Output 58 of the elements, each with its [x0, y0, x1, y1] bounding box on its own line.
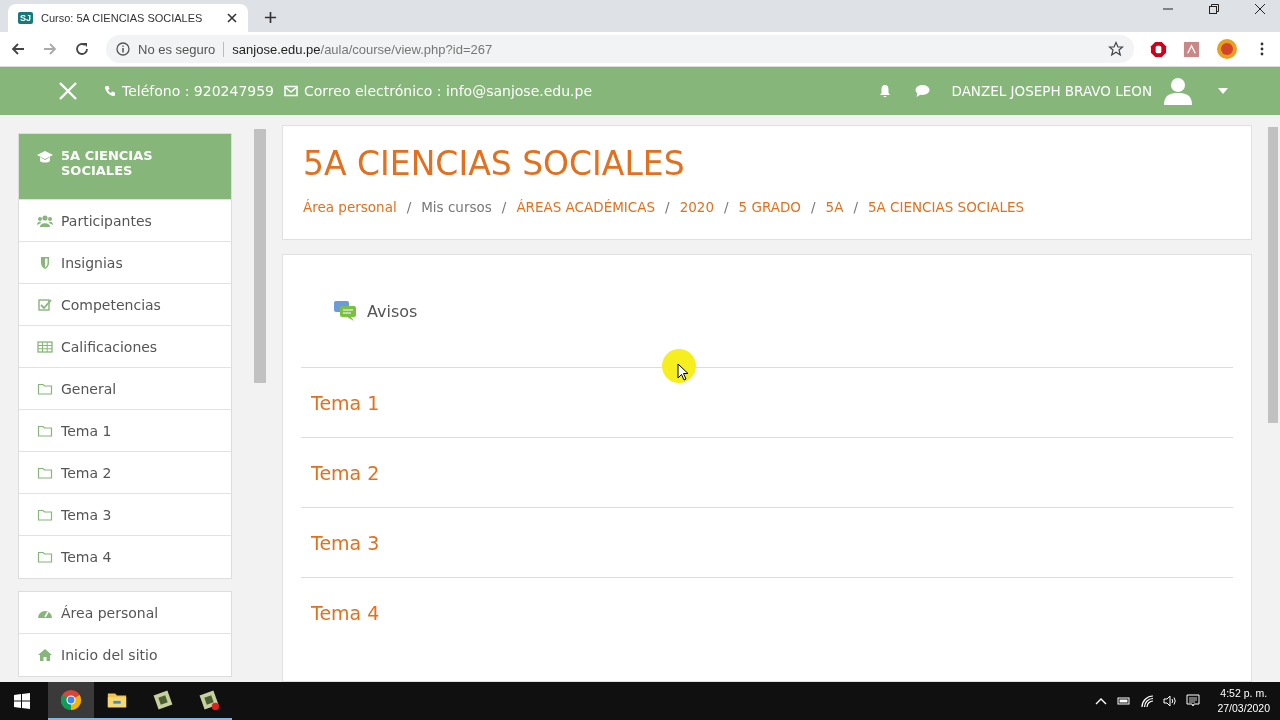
- phone-text: Teléfono : 920247959: [122, 83, 274, 99]
- forum-link[interactable]: Avisos: [367, 301, 418, 321]
- sidebar-item[interactable]: Tema 1: [19, 410, 231, 452]
- security-label: No es seguro: [138, 41, 225, 57]
- forum-icon[interactable]: [333, 300, 357, 322]
- breadcrumb-text: Mis cursos: [421, 199, 492, 215]
- folder-icon: [37, 465, 53, 480]
- email-text: Correo electrónico : info@sanjose.edu.pe: [304, 83, 593, 99]
- breadcrumb-separator: /: [501, 199, 507, 215]
- speaker-icon[interactable]: [1163, 694, 1178, 708]
- graduation-cap-icon: [37, 150, 53, 164]
- profile-avatar-icon[interactable]: [1216, 38, 1238, 60]
- sidebar-item[interactable]: Competencias: [19, 284, 231, 326]
- breadcrumb-separator: /: [853, 199, 858, 215]
- sidebar-item[interactable]: Tema 2: [19, 452, 231, 494]
- users-icon: [37, 213, 53, 228]
- bookmark-star-icon[interactable]: [1108, 41, 1124, 57]
- notification-icon[interactable]: [1186, 694, 1201, 708]
- sidebar-item[interactable]: Participantes: [19, 200, 231, 242]
- breadcrumb-separator: /: [665, 199, 670, 215]
- browser-taskbar-icon[interactable]: [48, 682, 94, 720]
- site-favicon: SJ: [18, 12, 33, 24]
- sidebar-item[interactable]: Inicio del sitio: [19, 634, 231, 676]
- breadcrumb-separator: /: [811, 199, 816, 215]
- sidebar-item[interactable]: Insignias: [19, 242, 231, 284]
- url-text: sanjose.edu.pe/aula/course/view.php?id=267: [232, 41, 493, 57]
- clock-date[interactable]: 27/03/2020: [1217, 701, 1270, 716]
- table-icon: [37, 339, 53, 354]
- home-icon: [37, 648, 53, 662]
- address-field[interactable]: No es seguro sanjose.edu.pe/aula/course/view.php?id=267: [106, 35, 1134, 63]
- folder-icon: [37, 550, 53, 564]
- close-icon[interactable]: [226, 12, 238, 24]
- sidebar-item[interactable]: Calificaciones: [19, 326, 231, 368]
- info-icon: [116, 42, 130, 56]
- new-tab-icon[interactable]: [264, 11, 277, 24]
- folder-icon: [37, 381, 53, 396]
- folder-icon: [37, 507, 53, 522]
- breadcrumb-separator: /: [406, 199, 412, 215]
- reload-icon[interactable]: [74, 41, 90, 57]
- tab-title: Curso: 5A CIENCIAS SOCIALES: [41, 12, 204, 24]
- sidebar-item[interactable]: Tema 3: [19, 494, 231, 536]
- envelope-icon: [284, 84, 298, 98]
- folder-icon: [37, 423, 53, 438]
- windows-start-icon[interactable]: [14, 693, 30, 709]
- sidebar-item[interactable]: General: [19, 368, 231, 410]
- sidebar-item[interactable]: Tema 4: [19, 536, 231, 578]
- sidebar-item[interactable]: Área personal: [19, 592, 231, 634]
- breadcrumb-separator: /: [724, 199, 729, 215]
- restore-icon[interactable]: [1208, 3, 1220, 15]
- clock-time[interactable]: 4:52 p. m.: [1220, 686, 1268, 701]
- browser-tab[interactable]: SJ Curso: 5A CIENCIAS SOCIALES: [8, 4, 248, 32]
- checkbox-icon: [37, 297, 53, 312]
- wifi-icon[interactable]: [1140, 694, 1155, 708]
- phone-icon: [104, 85, 116, 97]
- back-icon[interactable]: [10, 41, 26, 57]
- close-icon[interactable]: [1254, 3, 1266, 15]
- battery-icon[interactable]: [1117, 694, 1132, 708]
- course-title: 5A CIENCIAS SOCIALES: [303, 144, 686, 183]
